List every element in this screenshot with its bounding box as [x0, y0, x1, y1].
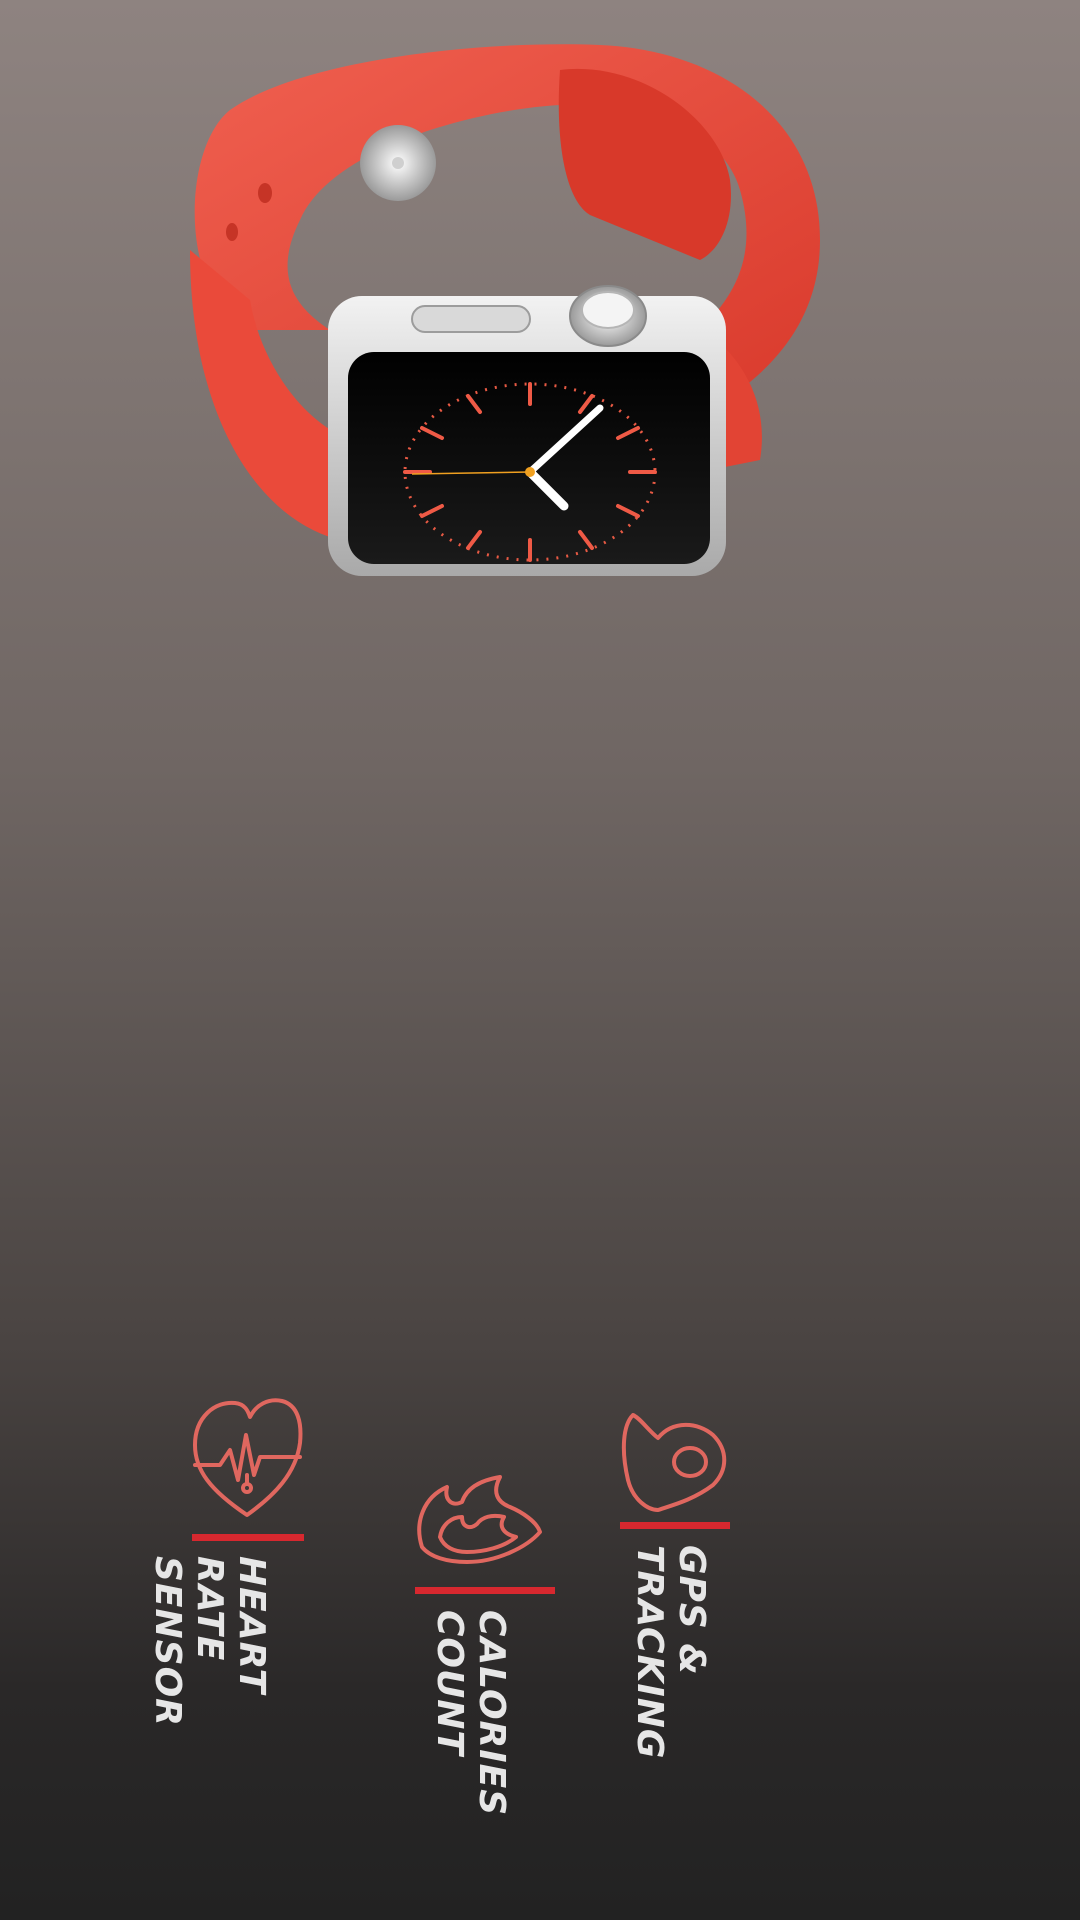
heart-rate-label: HEART RATE SENSOR — [147, 1556, 272, 1727]
smartwatch-image — [190, 44, 820, 576]
flame-icon — [417, 1475, 542, 1564]
calories-label: CALORIES COUNT — [429, 1610, 512, 1817]
heart-pulse-icon — [193, 1398, 303, 1517]
gps-label: GPS & TRACKING — [629, 1545, 712, 1760]
location-pin-icon — [621, 1413, 727, 1512]
gps-accent-bar — [620, 1522, 730, 1529]
calories-accent-bar — [415, 1587, 555, 1594]
heart-rate-accent-bar — [192, 1534, 304, 1541]
